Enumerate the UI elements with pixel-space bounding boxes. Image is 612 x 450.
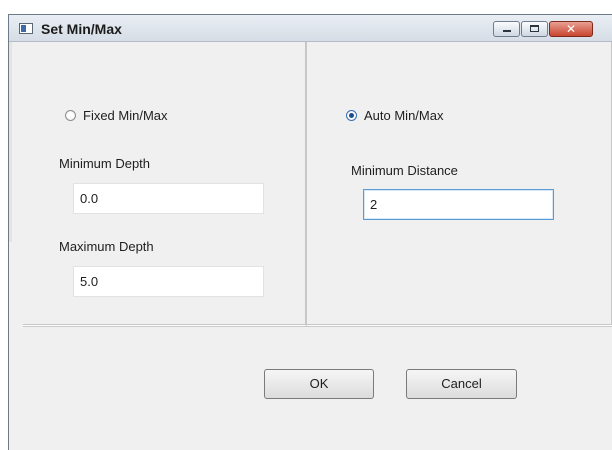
auto-min-max-label: Auto Min/Max bbox=[364, 108, 444, 123]
minimum-distance-input[interactable]: 2 bbox=[363, 189, 554, 220]
maximum-depth-input[interactable]: 5.0 bbox=[73, 266, 264, 297]
minimum-depth-label: Minimum Depth bbox=[59, 156, 151, 171]
close-icon: ✕ bbox=[565, 22, 577, 36]
fixed-min-max-label: Fixed Min/Max bbox=[83, 108, 168, 123]
maximize-button[interactable] bbox=[521, 21, 548, 37]
window-title: Set Min/Max bbox=[41, 21, 122, 37]
maximum-depth-label: Maximum Depth bbox=[59, 239, 154, 254]
maximize-icon bbox=[530, 25, 539, 32]
ok-button[interactable]: OK bbox=[264, 369, 374, 399]
radio-checked-icon bbox=[346, 110, 357, 121]
set-min-max-dialog: Set Min/Max ✕ Fixed Min/Max Minimum Dept… bbox=[8, 14, 612, 450]
minimize-button[interactable] bbox=[493, 21, 520, 37]
fixed-min-max-radio[interactable]: Fixed Min/Max bbox=[65, 108, 168, 123]
panel-divider-horizontal bbox=[23, 326, 612, 327]
title-bar[interactable]: Set Min/Max ✕ bbox=[9, 15, 612, 42]
left-edge-strip bbox=[9, 42, 12, 242]
minimum-depth-input[interactable]: 0.0 bbox=[73, 183, 264, 214]
radio-unchecked-icon bbox=[65, 110, 76, 121]
auto-min-max-panel bbox=[307, 42, 612, 326]
minimize-icon bbox=[503, 30, 511, 32]
app-window-icon bbox=[19, 23, 33, 34]
close-button[interactable]: ✕ bbox=[549, 21, 593, 37]
auto-min-max-radio[interactable]: Auto Min/Max bbox=[346, 108, 443, 123]
cancel-button[interactable]: Cancel bbox=[406, 369, 517, 399]
minimum-distance-label: Minimum Distance bbox=[351, 163, 458, 178]
